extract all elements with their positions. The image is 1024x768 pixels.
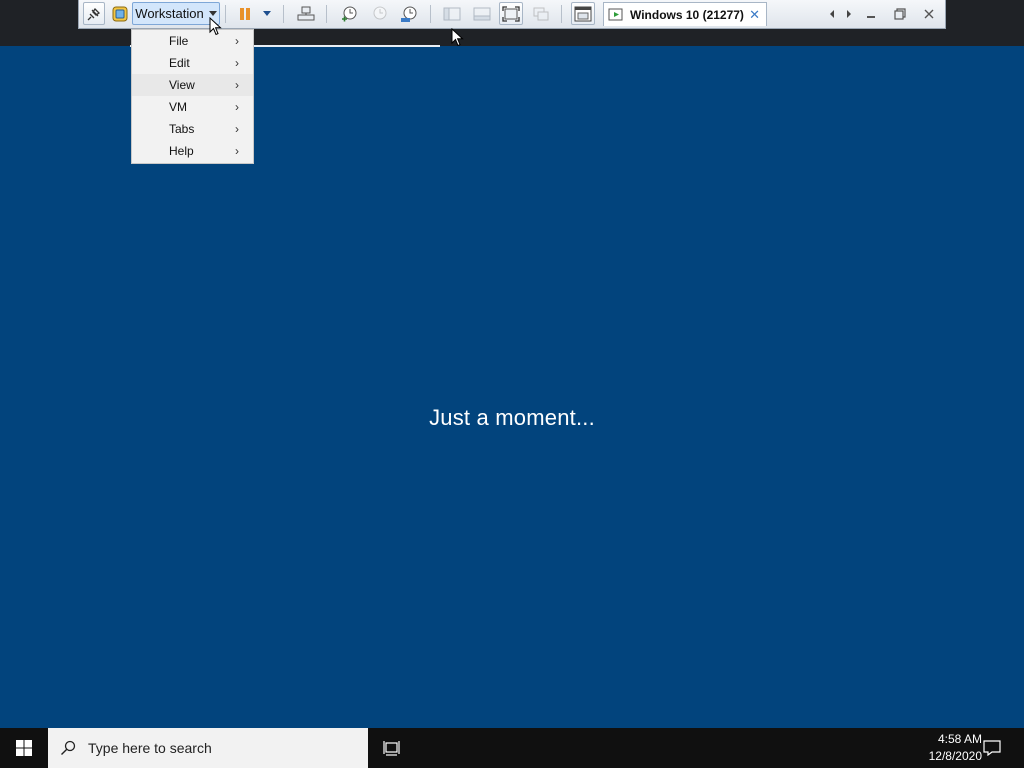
minimize-icon xyxy=(867,15,875,18)
clock-time: 4:58 AM xyxy=(937,732,982,746)
snapshot-revert-icon xyxy=(373,6,387,19)
unity-icon xyxy=(533,7,549,20)
taskbar: Type here to search 4:58 AM 12/8/2020 xyxy=(0,728,1024,768)
pin-icon xyxy=(87,7,101,20)
menu-item-edit[interactable]: Edit › xyxy=(132,52,253,74)
status-message: Just a moment... xyxy=(429,405,595,430)
close-button[interactable] xyxy=(919,2,939,25)
task-view-button[interactable] xyxy=(372,728,412,768)
library-icon xyxy=(443,7,461,20)
library-button[interactable] xyxy=(440,2,464,25)
snapshot-manager-icon xyxy=(401,6,417,22)
start-button[interactable] xyxy=(0,728,48,768)
unity-button[interactable] xyxy=(529,2,553,25)
menu-item-label: File xyxy=(169,34,189,48)
workstation-menu-button[interactable]: Workstation xyxy=(132,2,220,25)
power-dropdown-icon xyxy=(263,11,271,16)
close-icon xyxy=(924,9,934,18)
network-icon xyxy=(297,6,315,20)
vm-thumbnail-button[interactable] xyxy=(109,2,131,25)
vm-tab-icon xyxy=(608,8,623,20)
send-ctrl-alt-del-button[interactable] xyxy=(294,2,318,25)
tab-vm[interactable]: Windows 10 (21277) ✕ xyxy=(603,2,767,26)
mouse-cursor-icon xyxy=(209,17,222,36)
separator xyxy=(561,5,562,23)
search-placeholder: Type here to search xyxy=(88,740,212,756)
tab-title: Windows 10 (21277) xyxy=(630,7,744,22)
workstation-menu-label: Workstation xyxy=(135,6,204,21)
pause-icon xyxy=(240,7,250,20)
chevron-right-icon: › xyxy=(235,144,239,158)
next-tab-icon xyxy=(847,9,851,18)
menu-item-tabs[interactable]: Tabs › xyxy=(132,118,253,140)
menu-item-vm[interactable]: VM › xyxy=(132,96,253,118)
menu-item-label: View xyxy=(169,78,195,92)
menu-item-label: Edit xyxy=(169,56,190,70)
workstation-menu: File › Edit › View › VM › Tabs › Help › xyxy=(131,29,254,164)
separator xyxy=(283,5,284,23)
mouse-cursor-icon xyxy=(451,28,464,47)
separator xyxy=(430,5,431,23)
menu-item-label: Tabs xyxy=(169,122,195,136)
menu-item-view[interactable]: View › xyxy=(132,74,253,96)
chevron-right-icon: › xyxy=(235,78,239,92)
thumbnail-bar-icon xyxy=(473,7,491,20)
next-tab-button[interactable] xyxy=(842,2,856,25)
prev-tab-icon xyxy=(830,9,834,18)
thumbnail-bar-button[interactable] xyxy=(470,2,494,25)
task-view-icon xyxy=(383,741,400,756)
menu-item-label: VM xyxy=(169,100,187,114)
search-icon xyxy=(61,740,76,755)
snapshot-take-icon xyxy=(342,6,357,21)
vm-thumbnail-icon xyxy=(112,6,128,21)
menu-item-file[interactable]: File › xyxy=(132,30,253,52)
separator xyxy=(326,5,327,23)
close-tab-icon[interactable]: ✕ xyxy=(749,7,760,23)
minimize-button[interactable] xyxy=(861,2,881,25)
fullscreen-icon xyxy=(502,5,520,22)
clock[interactable]: 4:58 AM 12/8/2020 xyxy=(890,731,982,767)
menu-item-label: Help xyxy=(169,144,194,158)
pin-button[interactable] xyxy=(83,2,105,25)
chevron-right-icon: › xyxy=(235,122,239,136)
snapshot-manager-button[interactable] xyxy=(397,2,421,25)
chevron-right-icon: › xyxy=(235,56,239,70)
chevron-right-icon: › xyxy=(235,34,239,48)
chevron-down-icon xyxy=(208,11,217,16)
prev-tab-button[interactable] xyxy=(825,2,839,25)
action-center-button[interactable] xyxy=(974,728,1010,768)
console-view-button[interactable] xyxy=(571,2,595,25)
notification-icon xyxy=(983,740,1001,756)
power-dropdown-button[interactable] xyxy=(259,2,275,25)
separator xyxy=(225,5,226,23)
menu-item-help[interactable]: Help › xyxy=(132,140,253,162)
windows-logo-icon xyxy=(16,740,32,756)
console-view-icon xyxy=(574,6,592,21)
search-box[interactable]: Type here to search xyxy=(48,728,368,768)
clock-date: 12/8/2020 xyxy=(928,749,982,763)
revert-snapshot-button[interactable] xyxy=(367,2,391,25)
restore-button[interactable] xyxy=(890,2,910,25)
pause-button[interactable] xyxy=(234,2,256,25)
chevron-right-icon: › xyxy=(235,100,239,114)
fullscreen-button[interactable] xyxy=(499,2,523,25)
restore-icon xyxy=(894,7,906,20)
take-snapshot-button[interactable] xyxy=(337,2,361,25)
